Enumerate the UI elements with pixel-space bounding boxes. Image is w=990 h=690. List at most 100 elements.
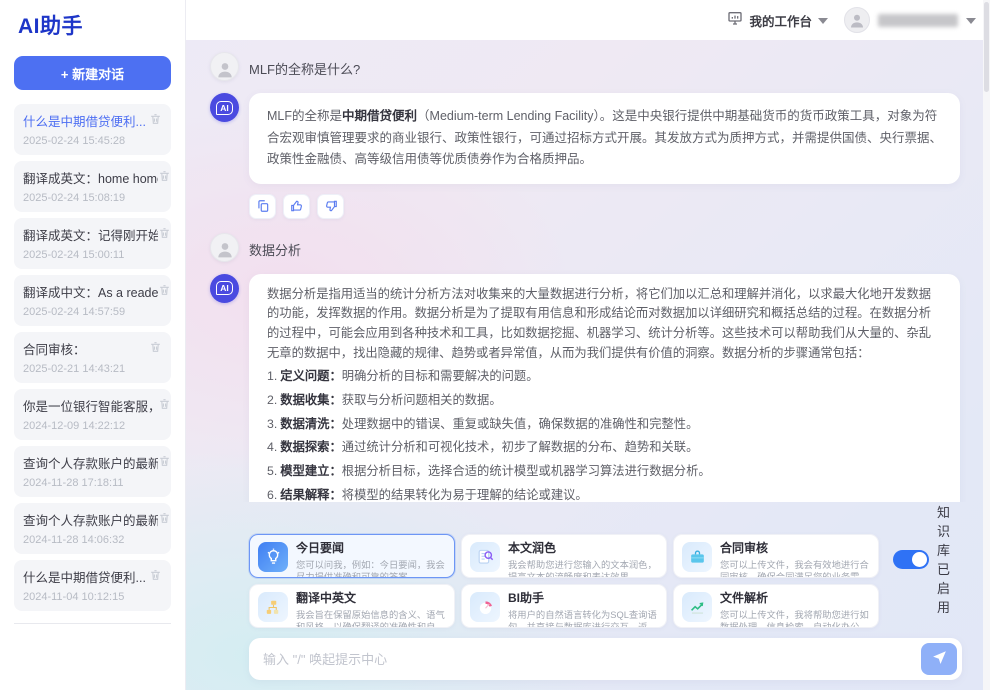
conversation-time: 2024-12-09 14:22:12 xyxy=(23,420,158,432)
conversation-title: 什么是中期借贷便利... xyxy=(23,567,146,586)
conversation-time: 2025-02-24 15:08:19 xyxy=(23,192,158,204)
thumbs-up-icon[interactable] xyxy=(283,194,310,219)
step-item: 3.数据清洗：处理数据中的错误、重复或缺失值，确保数据的准确性和完整性。 xyxy=(267,415,942,435)
conversation-time: 2024-11-28 17:18:11 xyxy=(23,477,158,489)
card-today-news[interactable]: 今日要闻 您可以问我，例如：今日要闻，我会尽力提供准确和可靠的答案。 xyxy=(249,534,455,578)
conversation-item[interactable]: 什么是中期借贷便利... 2024-11-04 10:12:15 xyxy=(14,560,171,611)
message-list: MLF的全称是什么? AI MLF的全称是中期借贷便利（Medium-term … xyxy=(186,40,990,502)
knowledge-base-label: 知识库已启用 xyxy=(937,502,962,616)
trash-icon[interactable] xyxy=(158,225,171,261)
user-message: MLF的全称是什么? xyxy=(210,52,960,81)
user-avatar-icon xyxy=(210,52,239,81)
user-message: 数据分析 xyxy=(210,233,960,262)
conversation-time: 2024-11-04 10:12:15 xyxy=(23,591,146,603)
ai-text-bold: 中期借贷便利 xyxy=(342,109,417,123)
steps-list: 1.定义问题：明确分析的目标和需要解决的问题。 2.数据收集：获取与分析问题相关… xyxy=(267,367,942,502)
avatar xyxy=(844,7,870,33)
conversation-list: 什么是中期借贷便利... 2025-02-24 15:45:28 翻译成英文：h… xyxy=(0,104,185,611)
card-text-polish[interactable]: 本文润色 我会帮助您进行您输入的文本润色，提高文本的流畅度和表达效果。 xyxy=(461,534,667,578)
workspace-menu[interactable]: 我的工作台 xyxy=(727,10,828,31)
conversation-time: 2025-02-24 15:45:28 xyxy=(23,135,146,147)
conversation-item[interactable]: 翻译成中文：As a reader... 2025-02-24 14:57:59 xyxy=(14,275,171,326)
thumbs-down-icon[interactable] xyxy=(317,194,344,219)
conversation-time: 2025-02-24 14:57:59 xyxy=(23,306,158,318)
workspace-label: 我的工作台 xyxy=(749,11,812,30)
chat-area: MLF的全称是什么? AI MLF的全称是中期借贷便利（Medium-term … xyxy=(186,40,990,690)
bulb-icon xyxy=(258,542,288,572)
copy-icon[interactable] xyxy=(249,194,276,219)
message-actions xyxy=(249,194,960,219)
toggle-on-icon[interactable] xyxy=(893,550,929,569)
ai-avatar-icon: AI xyxy=(210,93,239,122)
conversation-title: 你是一位银行智能客服，... xyxy=(23,396,158,415)
conversation-item[interactable]: 什么是中期借贷便利... 2025-02-24 15:45:28 xyxy=(14,104,171,155)
composer xyxy=(249,638,962,680)
conversation-title: 翻译成英文：记得刚开始... xyxy=(23,225,158,244)
conversation-time: 2025-02-24 15:00:11 xyxy=(23,249,158,261)
main-area: 我的工作台 MLF的全称是什么? AI MLF的全称是中期借贷便利（Med xyxy=(186,0,990,690)
conversation-time: 2024-11-28 14:06:32 xyxy=(23,534,158,546)
user-avatar-icon xyxy=(210,233,239,262)
app-logo: AI助手 xyxy=(0,0,185,44)
conversation-title: 翻译成英文：home home xyxy=(23,168,158,187)
paper-plane-icon xyxy=(931,649,948,669)
conversation-time: 2025-02-21 14:43:21 xyxy=(23,363,125,375)
conversation-item[interactable]: 翻译成英文：记得刚开始... 2025-02-24 15:00:11 xyxy=(14,218,171,269)
message-input[interactable] xyxy=(263,652,921,667)
step-item: 6.结果解释：将模型的结果转化为易于理解的结论或建议。 xyxy=(267,486,942,502)
monitor-icon xyxy=(727,10,743,31)
app-root: AI助手 + 新建对话 什么是中期借贷便利... 2025-02-24 15:4… xyxy=(0,0,990,690)
trash-icon[interactable] xyxy=(158,168,171,204)
trash-icon[interactable] xyxy=(149,567,162,603)
conversation-title: 什么是中期借贷便利... xyxy=(23,111,146,130)
trash-icon[interactable] xyxy=(158,282,171,318)
conversation-item[interactable]: 翻译成英文：home home 2025-02-24 15:08:19 xyxy=(14,161,171,212)
trash-icon[interactable] xyxy=(149,339,162,375)
trash-icon[interactable] xyxy=(149,111,162,147)
briefcase-icon xyxy=(682,542,712,572)
ai-message-bubble: 数据分析是指用适当的统计分析方法对收集来的大量数据进行分析，将它们加以汇总和理解… xyxy=(249,274,960,503)
conversation-item[interactable]: 你是一位银行智能客服，... 2024-12-09 14:22:12 xyxy=(14,389,171,440)
ai-message: AI 数据分析是指用适当的统计分析方法对收集来的大量数据进行分析，将它们加以汇总… xyxy=(210,274,960,503)
conversation-title: 翻译成中文：As a reader... xyxy=(23,282,158,301)
quick-action-cards: 今日要闻 您可以问我，例如：今日要闻，我会尽力提供准确和可靠的答案。 本文润色 … xyxy=(249,534,879,628)
card-contract-review[interactable]: 合同审核 您可以上传文件，我会有效地进行合同审核，确保合同满足您的业务需求。 xyxy=(673,534,879,578)
user-menu[interactable] xyxy=(844,7,976,33)
sidebar-divider xyxy=(14,623,171,624)
trend-chart-icon xyxy=(682,592,712,622)
card-file-parse[interactable]: 文件解析 您可以上传文件，我将帮助您进行如数据处理、信息检索、自动化办公等。 xyxy=(673,584,879,628)
polish-icon xyxy=(470,542,500,572)
chevron-down-icon xyxy=(818,18,828,24)
conversation-title: 查询个人存款账户的最新... xyxy=(23,510,158,529)
ai-message: AI MLF的全称是中期借贷便利（Medium-term Lending Fac… xyxy=(210,93,960,184)
trash-icon[interactable] xyxy=(158,396,171,432)
chevron-down-icon xyxy=(966,18,976,24)
step-item: 2.数据收集：获取与分析问题相关的数据。 xyxy=(267,391,942,411)
send-button[interactable] xyxy=(921,643,957,675)
conversation-title: 合同审核： xyxy=(23,339,125,358)
conversation-item[interactable]: 查询个人存款账户的最新... 2024-11-28 14:06:32 xyxy=(14,503,171,554)
ai-message-bubble: MLF的全称是中期借贷便利（Medium-term Lending Facili… xyxy=(249,93,960,184)
ai-text: MLF的全称是 xyxy=(267,109,342,123)
conversation-item[interactable]: 查询个人存款账户的最新... 2024-11-28 17:18:11 xyxy=(14,446,171,497)
new-chat-button[interactable]: + 新建对话 xyxy=(14,56,171,90)
scrollbar[interactable] xyxy=(983,0,990,690)
step-item: 4.数据探索：通过统计分析和可视化技术，初步了解数据的分布、趋势和关联。 xyxy=(267,438,942,458)
top-bar: 我的工作台 xyxy=(186,0,990,40)
knowledge-base-toggle[interactable]: 知识库已启用 xyxy=(893,502,962,616)
ai-avatar-icon: AI xyxy=(210,274,239,303)
trash-icon[interactable] xyxy=(158,510,171,546)
step-item: 1.定义问题：明确分析的目标和需要解决的问题。 xyxy=(267,367,942,387)
user-message-text: 数据分析 xyxy=(249,233,301,262)
step-item: 5.模型建立：根据分析目标，选择合适的统计模型或机器学习算法进行数据分析。 xyxy=(267,462,942,482)
ai-intro-text: 数据分析是指用适当的统计分析方法对收集来的大量数据进行分析，将它们加以汇总和理解… xyxy=(267,285,942,364)
pie-chart-icon xyxy=(470,592,500,622)
conversation-item[interactable]: 合同审核： 2025-02-21 14:43:21 xyxy=(14,332,171,383)
card-bi-assistant[interactable]: BI助手 将用户的自然语言转化为SQL查询语句，并直接与数据库进行交互，返回智能… xyxy=(461,584,667,628)
card-translate[interactable]: 翻译中英文 我会旨在保留原始信息的含义、语气和风格，以确保翻译的准确性和自然流畅… xyxy=(249,584,455,628)
conversation-title: 查询个人存款账户的最新... xyxy=(23,453,158,472)
bottom-block: 今日要闻 您可以问我，例如：今日要闻，我会尽力提供准确和可靠的答案。 本文润色 … xyxy=(186,502,990,690)
translate-icon xyxy=(258,592,288,622)
user-message-text: MLF的全称是什么? xyxy=(249,52,360,81)
trash-icon[interactable] xyxy=(158,453,171,489)
